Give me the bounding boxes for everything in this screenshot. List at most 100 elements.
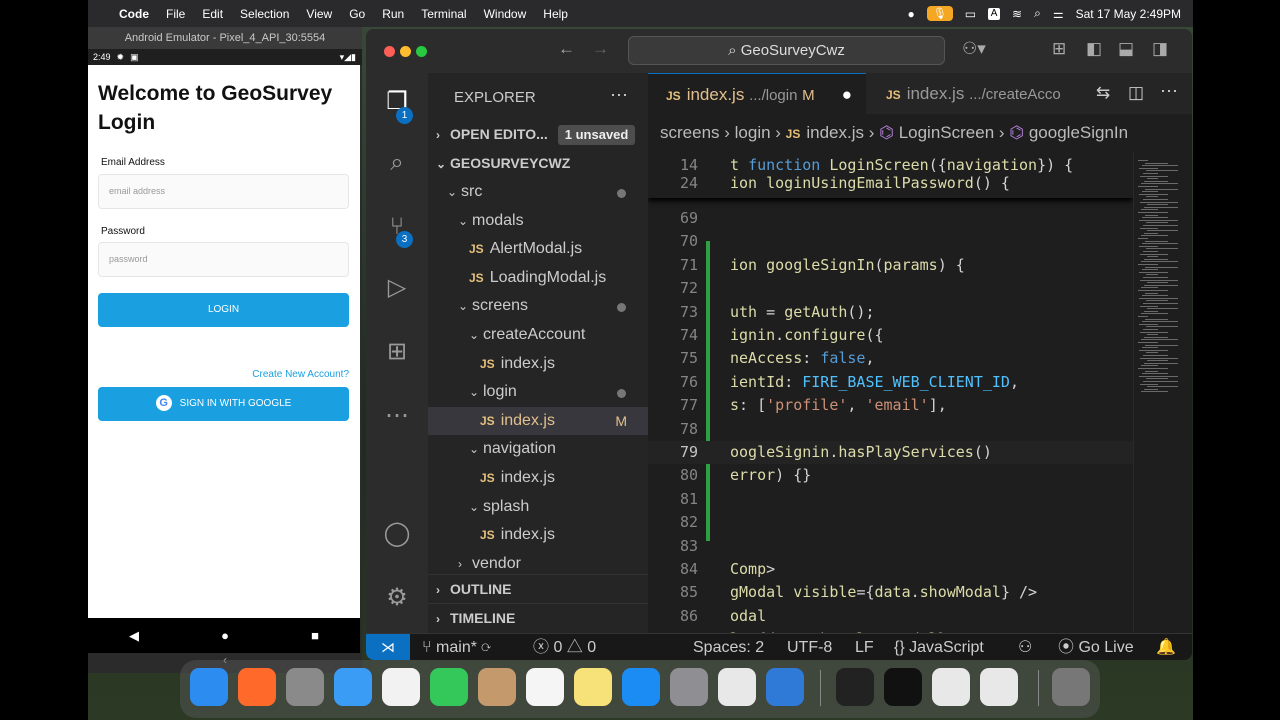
folder-item[interactable]: ⌄ modals [428, 207, 648, 235]
eol-indicator[interactable]: LF [855, 634, 874, 660]
project-section[interactable]: ⌄ GEOSURVEYCWZ [428, 149, 648, 177]
menu-selection[interactable]: Selection [240, 7, 289, 21]
encoding-indicator[interactable]: UTF-8 [787, 634, 832, 660]
customize-layout-icon[interactable]: ⊞ [1052, 39, 1066, 59]
file-item[interactable]: JS LoadingModal.js [428, 264, 648, 292]
indentation-indicator[interactable]: Spaces: 2 [693, 634, 764, 660]
menu-file[interactable]: File [166, 7, 185, 21]
explorer-more-icon[interactable]: ⋯ [610, 85, 628, 106]
run-debug-icon[interactable]: ▷ [380, 273, 414, 307]
breadcrumb-login[interactable]: login [735, 123, 771, 142]
folder-item[interactable]: ⌄ createAccount [428, 321, 648, 349]
pencil-app-icon[interactable] [238, 668, 276, 706]
tab-login-index[interactable]: JS index.js .../login M ● [648, 73, 866, 114]
record-icon[interactable]: ● [907, 7, 914, 21]
timeline-section[interactable]: › TIMELINE [428, 603, 648, 631]
outline-section[interactable]: › OUTLINE [428, 574, 648, 602]
settings-gear-icon[interactable]: ⚙ [380, 583, 414, 617]
file-item[interactable]: JS AlertModal.js [428, 235, 648, 263]
microphone-icon[interactable]: 🎙 [926, 6, 953, 21]
minimap[interactable] [1133, 152, 1192, 633]
breadcrumb-loginscreen[interactable]: LoginScreen [899, 123, 994, 142]
toggle-panel-icon[interactable]: ⬓ [1118, 39, 1134, 59]
extensions-icon[interactable]: ⊞ [380, 337, 414, 371]
code-editor[interactable]: 14 t function LoginScreen({navigation}) {… [648, 152, 1133, 633]
email-field[interactable]: email address [98, 174, 349, 209]
close-window-button[interactable] [384, 46, 395, 57]
vscode-icon[interactable] [766, 668, 804, 706]
split-editor-icon[interactable]: ◫ [1128, 83, 1144, 103]
toggle-secondary-sidebar-icon[interactable]: ◨ [1152, 39, 1168, 59]
forward-arrow-icon[interactable]: → [592, 39, 609, 59]
folder-item[interactable]: ⌄ screens [428, 292, 648, 320]
chrome-icon[interactable] [718, 668, 756, 706]
notifications-icon[interactable]: 🔔 [1156, 634, 1176, 660]
breadcrumb-screens[interactable]: screens [660, 123, 720, 142]
capcut-icon[interactable] [884, 668, 922, 706]
file-item[interactable]: JS index.js M [428, 406, 648, 435]
folder-item[interactable]: ⌄ navigation [428, 435, 648, 463]
remote-indicator-icon[interactable]: ⋊ [366, 634, 410, 660]
unsaved-dot-icon[interactable]: ● [842, 74, 852, 115]
copilot-status-icon[interactable]: ⚇ [1018, 634, 1032, 660]
problems-indicator[interactable]: ⓧ 0 △ 0 [533, 634, 596, 660]
finder-icon[interactable] [190, 668, 228, 706]
more-icon[interactable]: ⋯ [380, 401, 414, 435]
home-icon[interactable]: ● [221, 628, 229, 643]
zoom-window-button[interactable] [416, 46, 427, 57]
facetime-icon[interactable] [430, 668, 468, 706]
photos-icon[interactable] [382, 668, 420, 706]
menu-help[interactable]: Help [543, 7, 568, 21]
input-source-icon[interactable]: A [988, 7, 1001, 20]
android-studio-icon[interactable] [932, 668, 970, 706]
golive-button[interactable]: ⦿ Go Live [1058, 634, 1134, 660]
battery-icon[interactable]: ▭ [965, 7, 976, 21]
editor-more-icon[interactable]: ⋯ [1160, 81, 1178, 102]
menu-edit[interactable]: Edit [202, 7, 223, 21]
tab-createaccount-index[interactable]: JS index.js .../createAcco [868, 73, 1088, 114]
contacts-icon[interactable] [478, 668, 516, 706]
login-button[interactable]: LOGIN [98, 293, 349, 327]
system-settings-icon[interactable] [670, 668, 708, 706]
account-icon[interactable]: ◯ [380, 519, 414, 553]
launchpad-icon[interactable] [286, 668, 324, 706]
menu-view[interactable]: View [306, 7, 332, 21]
reminders-icon[interactable] [526, 668, 564, 706]
search-icon[interactable]: ⌕ [380, 149, 414, 183]
open-editors-section[interactable]: › OPEN EDITO... 1 unsaved [428, 120, 648, 148]
back-icon[interactable]: ◀ [129, 628, 139, 644]
language-indicator[interactable]: {} JavaScript [894, 634, 984, 660]
create-account-link[interactable]: Create New Account? [252, 369, 349, 380]
folder-item[interactable]: ⌄ login [428, 378, 648, 406]
menu-go[interactable]: Go [349, 7, 365, 21]
spotlight-icon[interactable]: ⌕ [1034, 6, 1041, 21]
menu-app-name[interactable]: Code [119, 7, 149, 21]
copilot-icon[interactable]: ⚇▾ [962, 39, 986, 59]
breadcrumb-file[interactable]: index.js [806, 123, 864, 142]
app-store-icon[interactable] [622, 668, 660, 706]
google-signin-button[interactable]: G SIGN IN WITH GOOGLE [98, 387, 349, 421]
command-center-search[interactable]: ⌕ GeoSurveyCwz [628, 36, 945, 65]
wifi-icon[interactable]: ≋ [1012, 7, 1022, 21]
password-field[interactable]: password [98, 242, 349, 277]
branch-indicator[interactable]: ⑂ main* ⟳ [422, 634, 491, 660]
recents-icon[interactable]: ■ [311, 628, 319, 643]
menu-window[interactable]: Window [484, 7, 527, 21]
folder-item[interactable]: ⌄ src [428, 178, 648, 206]
chrome-icon[interactable] [980, 668, 1018, 706]
toggle-sidebar-icon[interactable]: ◧ [1086, 39, 1102, 59]
compare-changes-icon[interactable]: ⇆ [1096, 83, 1110, 103]
notes-icon[interactable] [574, 668, 612, 706]
back-arrow-icon[interactable]: ← [558, 39, 575, 59]
breadcrumb-googlesignin[interactable]: googleSignIn [1029, 123, 1128, 142]
terminal-icon[interactable] [836, 668, 874, 706]
safari-icon[interactable] [334, 668, 372, 706]
folder-item[interactable]: ⌄ splash [428, 493, 648, 521]
file-item[interactable]: JS index.js [428, 350, 648, 378]
control-center-icon[interactable]: ⚌ [1053, 7, 1064, 21]
minimize-window-button[interactable] [400, 46, 411, 57]
file-item[interactable]: JS index.js [428, 464, 648, 492]
trash-icon[interactable] [1052, 668, 1090, 706]
file-item[interactable]: JS index.js [428, 521, 648, 549]
menu-terminal[interactable]: Terminal [421, 7, 466, 21]
